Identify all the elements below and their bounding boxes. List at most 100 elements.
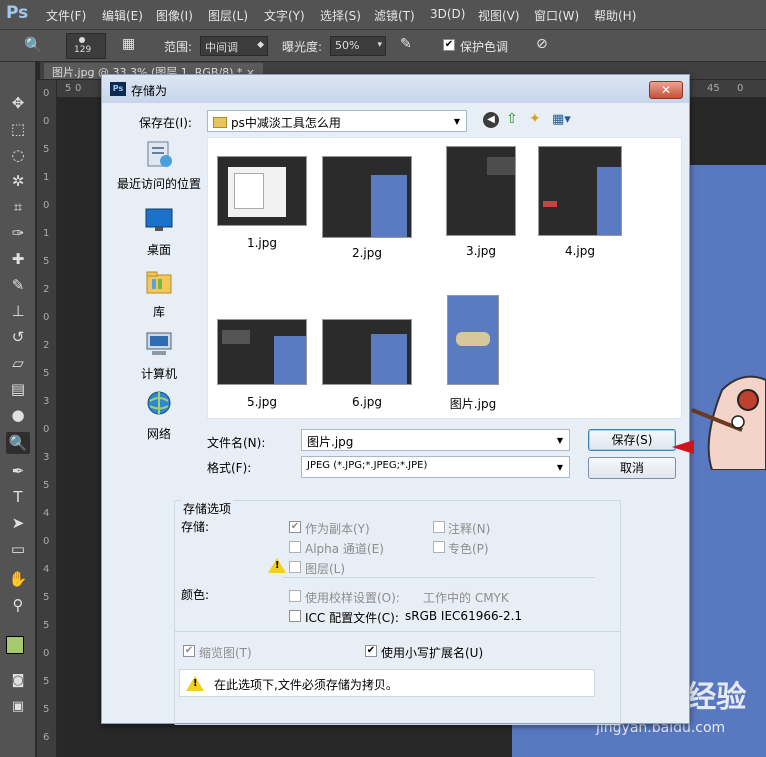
shape-tool-icon[interactable]: ▭ bbox=[6, 538, 30, 560]
place-computer[interactable]: 计算机 bbox=[110, 329, 208, 387]
screen-mode-icon[interactable]: ▣ bbox=[6, 696, 30, 718]
icc-label: ICC 配置文件(C): bbox=[305, 611, 399, 625]
hand-tool-icon[interactable]: ✋ bbox=[6, 568, 30, 590]
ruler-tick-label: 0 bbox=[43, 648, 50, 659]
quick-mask-icon[interactable]: ◙ bbox=[6, 670, 30, 692]
pressure-size-icon[interactable]: ⊘ bbox=[536, 36, 548, 52]
chevron-down-icon: ▼ bbox=[556, 436, 563, 445]
warning-icon bbox=[186, 676, 204, 691]
save-options-title: 存储选项 bbox=[181, 500, 234, 517]
network-icon bbox=[147, 391, 171, 415]
file-item[interactable]: 图片.jpg bbox=[427, 295, 519, 412]
healing-tool-icon[interactable]: ✚ bbox=[6, 248, 30, 270]
back-icon[interactable]: ◀ bbox=[483, 112, 499, 128]
file-item[interactable]: 1.jpg bbox=[216, 156, 308, 250]
file-item[interactable]: 6.jpg bbox=[321, 319, 413, 409]
file-list[interactable]: 1.jpg 2.jpg 3.jpg 4.jpg 5.jpg 6.jpg 图片.j… bbox=[207, 137, 682, 419]
move-tool-icon[interactable]: ✥ bbox=[6, 92, 30, 114]
file-item[interactable]: 3.jpg bbox=[435, 146, 527, 258]
close-button[interactable]: ✕ bbox=[649, 81, 683, 99]
thumbnail-checkbox[interactable]: ✔ bbox=[183, 645, 195, 657]
spot-checkbox[interactable] bbox=[433, 541, 445, 553]
place-recent[interactable]: 最近访问的位置 bbox=[110, 139, 208, 197]
place-desktop[interactable]: 桌面 bbox=[110, 205, 208, 263]
ruler-tick-label: 4 bbox=[43, 564, 50, 575]
ruler-tick-label: 0 bbox=[43, 424, 50, 435]
exposure-input[interactable]: 50% ▾ bbox=[330, 36, 386, 56]
save-button[interactable]: 保存(S) bbox=[588, 429, 676, 451]
file-thumbnail bbox=[217, 156, 307, 226]
menu-view[interactable]: 视图(V) bbox=[478, 7, 520, 24]
save-as-dialog: Ps 存储为 ✕ 保存在(I): ps中减淡工具怎么用 ▼ ◀ ⇧ ✦ ▦▾ 最… bbox=[101, 74, 690, 725]
chevron-down-icon: ▼ bbox=[453, 117, 460, 126]
path-select-tool-icon[interactable]: ➤ bbox=[6, 512, 30, 534]
format-dropdown[interactable]: JPEG (*.JPG;*.JPEG;*.JPE) ▼ bbox=[301, 456, 570, 478]
blur-tool-icon[interactable]: ● bbox=[6, 404, 30, 426]
ruler-tick-label: 1 bbox=[43, 172, 50, 183]
pen-tool-icon[interactable]: ✒ bbox=[6, 460, 30, 482]
menu-filter[interactable]: 滤镜(T) bbox=[374, 7, 415, 24]
stamp-tool-icon[interactable]: ⊥ bbox=[6, 300, 30, 322]
history-brush-tool-icon[interactable]: ↺ bbox=[6, 326, 30, 348]
zoom-tool-icon[interactable]: ⚲ bbox=[6, 594, 30, 616]
ruler-tick-label: 1 bbox=[43, 228, 50, 239]
ruler-tick-label: 0 bbox=[43, 116, 50, 127]
icc-checkbox[interactable] bbox=[289, 610, 301, 622]
place-libraries[interactable]: 库 bbox=[110, 267, 208, 325]
menu-bar: Ps 文件(F) 编辑(E) 图像(I) 图层(L) 文字(Y) 选择(S) 滤… bbox=[0, 0, 766, 30]
foreground-color-swatch[interactable] bbox=[6, 636, 24, 654]
menu-3d[interactable]: 3D(D) bbox=[430, 7, 465, 21]
protect-tones-checkbox[interactable]: ✔ bbox=[443, 39, 455, 51]
marquee-tool-icon[interactable]: ⬚ bbox=[6, 118, 30, 140]
lowercase-ext-checkbox[interactable]: ✔ bbox=[365, 645, 377, 657]
new-folder-icon[interactable]: ✦ bbox=[529, 111, 541, 127]
warning-box: 在此选项下,文件必须存储为拷贝。 bbox=[179, 669, 595, 697]
red-arrow-annotation bbox=[672, 440, 694, 454]
as-copy-checkbox[interactable]: ✔ bbox=[289, 521, 301, 533]
dodge-tool-icon[interactable]: 🔍 bbox=[6, 432, 30, 454]
up-folder-icon[interactable]: ⇧ bbox=[506, 111, 518, 127]
place-network[interactable]: 网络 bbox=[110, 389, 208, 447]
menu-image[interactable]: 图像(I) bbox=[156, 7, 193, 24]
menu-edit[interactable]: 编辑(E) bbox=[102, 7, 143, 24]
gradient-tool-icon[interactable]: ▤ bbox=[6, 378, 30, 400]
save-options-group: 存储选项 存储: ✔ 作为副本(Y) Alpha 通道(E) 图层(L) 注释(… bbox=[174, 500, 621, 725]
airbrush-icon[interactable]: ✎ bbox=[400, 36, 412, 52]
menu-type[interactable]: 文字(Y) bbox=[264, 7, 305, 24]
dodge-tool-icon[interactable]: 🔍 bbox=[24, 36, 43, 54]
close-icon: ✕ bbox=[660, 83, 672, 97]
crop-tool-icon[interactable]: ⌗ bbox=[6, 196, 30, 218]
annotations-checkbox[interactable] bbox=[433, 521, 445, 533]
cancel-button[interactable]: 取消 bbox=[588, 457, 676, 479]
eyedropper-tool-icon[interactable]: ✑ bbox=[6, 222, 30, 244]
file-item[interactable]: 2.jpg bbox=[321, 156, 413, 260]
eraser-tool-icon[interactable]: ▱ bbox=[6, 352, 30, 374]
menu-file[interactable]: 文件(F) bbox=[46, 7, 86, 24]
save-in-label: 保存在(I): bbox=[139, 116, 192, 130]
file-item[interactable]: 5.jpg bbox=[216, 319, 308, 409]
file-item[interactable]: 4.jpg bbox=[534, 146, 626, 258]
magic-wand-tool-icon[interactable]: ✲ bbox=[6, 170, 30, 192]
menu-select[interactable]: 选择(S) bbox=[320, 7, 361, 24]
brush-panel-icon[interactable]: ▦ bbox=[122, 36, 135, 52]
lasso-tool-icon[interactable]: ◌ bbox=[6, 144, 30, 166]
view-menu-icon[interactable]: ▦▾ bbox=[552, 112, 571, 127]
menu-layer[interactable]: 图层(L) bbox=[208, 7, 248, 24]
menu-window[interactable]: 窗口(W) bbox=[534, 7, 579, 24]
layers-checkbox[interactable] bbox=[289, 561, 301, 573]
filename-input[interactable]: 图片.jpg ▼ bbox=[301, 429, 570, 451]
save-in-dropdown[interactable]: ps中减淡工具怎么用 ▼ bbox=[207, 110, 467, 132]
brush-tool-icon[interactable]: ✎ bbox=[6, 274, 30, 296]
ps-app-icon: Ps bbox=[110, 82, 126, 96]
file-thumbnail bbox=[322, 156, 412, 238]
proof-checkbox[interactable] bbox=[289, 590, 301, 602]
file-thumbnail bbox=[446, 146, 516, 236]
brush-preset-picker[interactable]: 129 bbox=[66, 33, 106, 59]
folder-icon bbox=[213, 117, 227, 128]
range-dropdown[interactable]: 中间调 ◆ bbox=[200, 36, 268, 56]
chevron-down-icon: ◆ bbox=[257, 40, 264, 50]
alpha-checkbox[interactable] bbox=[289, 541, 301, 553]
dialog-titlebar[interactable]: Ps 存储为 ✕ bbox=[102, 75, 689, 103]
menu-help[interactable]: 帮助(H) bbox=[594, 7, 636, 24]
type-tool-icon[interactable]: T bbox=[6, 486, 30, 508]
